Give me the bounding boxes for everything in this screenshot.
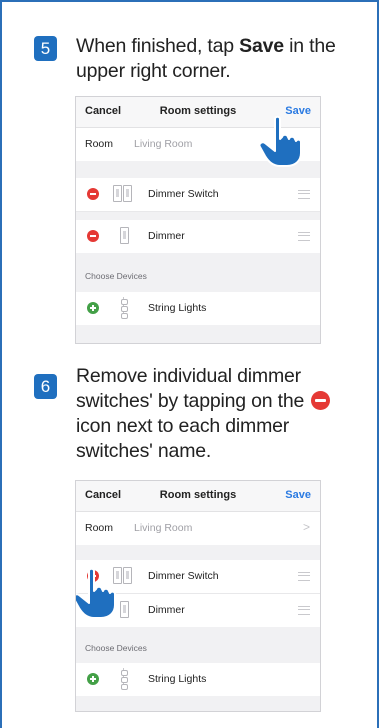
- left-border: [0, 0, 2, 728]
- room-settings-screen: Cancel Room settings Save Room Living Ro…: [75, 480, 321, 712]
- available-device-row[interactable]: String Lights: [76, 292, 320, 325]
- choose-devices-label: Choose Devices: [85, 271, 147, 281]
- device-row[interactable]: Dimmer: [76, 220, 320, 253]
- drag-handle-icon[interactable]: [298, 606, 310, 615]
- room-label: Room: [85, 522, 114, 534]
- device-name: Dimmer: [148, 230, 185, 242]
- room-label: Room: [85, 138, 114, 150]
- tapping-hand-icon: [76, 567, 118, 619]
- device-name: Dimmer Switch: [148, 188, 219, 200]
- step-6-instruction: Remove individual dimmer switches' by ta…: [76, 364, 360, 464]
- drag-handle-icon[interactable]: [298, 572, 310, 581]
- tapping-hand-icon: [258, 115, 304, 167]
- step-number-badge: 5: [34, 36, 57, 61]
- step-text-part: icon next to each dimmer switches' name.: [76, 415, 290, 462]
- room-value: Living Room: [134, 138, 193, 150]
- add-icon[interactable]: [87, 673, 99, 685]
- remove-icon: [311, 391, 331, 410]
- dimmer-switch-icon: [113, 185, 133, 202]
- drag-handle-icon[interactable]: [298, 190, 310, 199]
- choose-devices-label: Choose Devices: [85, 643, 147, 653]
- device-name: Dimmer Switch: [148, 570, 219, 582]
- room-row[interactable]: Room Living Room >: [76, 512, 320, 545]
- remove-icon[interactable]: [87, 230, 99, 242]
- add-icon[interactable]: [87, 302, 99, 314]
- chevron-right-icon: >: [302, 520, 310, 534]
- step-text-part: Remove individual dimmer switches' by ta…: [76, 365, 310, 412]
- step-text-bold: Save: [239, 35, 284, 57]
- device-name: Dimmer: [148, 604, 185, 616]
- drag-handle-icon[interactable]: [298, 232, 310, 241]
- screen-title: Room settings: [159, 489, 237, 501]
- room-value: Living Room: [134, 522, 193, 534]
- room-settings-screen: Cancel Room settings Save Room Living Ro…: [75, 96, 321, 344]
- remove-icon[interactable]: [87, 188, 99, 200]
- dimmer-icon: [120, 601, 129, 618]
- device-name: String Lights: [148, 302, 207, 314]
- available-device-row[interactable]: String Lights: [76, 663, 320, 696]
- step-text-part: When finished, tap: [76, 35, 240, 57]
- step-5-instruction: When finished, tap Save in the upper rig…: [76, 34, 346, 84]
- nav-bar: Cancel Room settings Save: [76, 481, 320, 512]
- device-row[interactable]: Dimmer Switch: [76, 178, 320, 212]
- step-number-badge: 6: [34, 374, 57, 399]
- top-border: [0, 0, 379, 2]
- string-lights-icon: [121, 297, 128, 319]
- device-name: String Lights: [148, 673, 207, 685]
- string-lights-icon: [121, 668, 128, 690]
- dimmer-icon: [120, 227, 129, 244]
- save-button[interactable]: Save: [285, 489, 311, 501]
